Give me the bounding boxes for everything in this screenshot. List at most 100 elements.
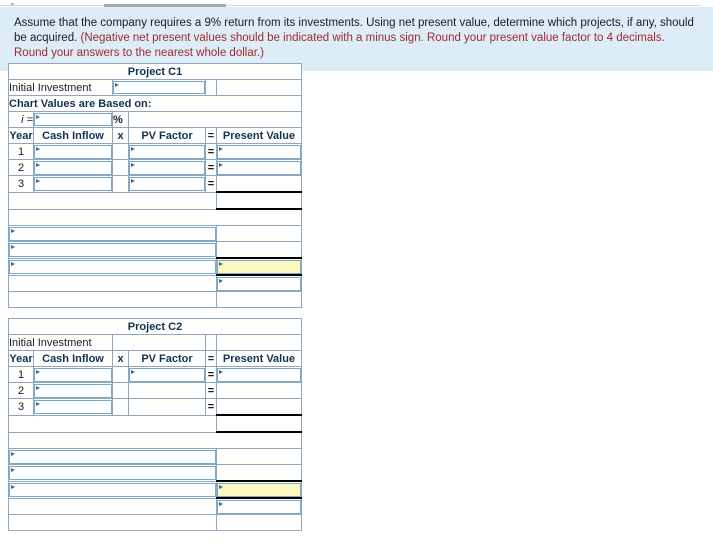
cash-inflow-input[interactable] <box>34 176 112 191</box>
present-value-cell[interactable] <box>215 366 303 383</box>
cash-inflow-cell[interactable] <box>33 398 113 416</box>
year-label-label: 2 <box>17 161 25 174</box>
column-header-equals-label: = <box>207 129 215 142</box>
instruction-note: (Negative net present values should be i… <box>14 32 665 59</box>
summary-label-cell <box>8 274 217 292</box>
initial-investment-label: Initial Investment <box>8 79 113 96</box>
worksheet-body: Project C1 Initial Investment Chart Values… <box>7 63 303 308</box>
cash-inflow-cell[interactable] <box>33 382 113 399</box>
initial-investment-cell <box>112 334 206 351</box>
summary-label-input[interactable] <box>9 242 216 257</box>
summary-row <box>8 514 303 531</box>
spacer-cell <box>205 79 217 96</box>
summary-label-input[interactable] <box>9 465 216 480</box>
cash-inflow-cell[interactable] <box>33 143 113 160</box>
present-value-cell[interactable] <box>215 159 303 176</box>
chart-values-subheader-label: Chart Values are Based on: <box>9 97 152 110</box>
initial-investment-label: Initial Investment <box>8 334 113 351</box>
interest-rate-cell[interactable] <box>33 111 113 128</box>
pv-factor-cell[interactable] <box>128 366 206 383</box>
present-value-input[interactable] <box>217 160 302 175</box>
column-header-pv-factor: PV Factor <box>128 350 206 367</box>
summary-label-cell[interactable] <box>8 464 217 482</box>
section-divider-band <box>7 208 303 226</box>
summary-amount-cell[interactable] <box>215 274 303 292</box>
multiply-cell <box>112 143 129 160</box>
year-label: 3 <box>8 398 34 416</box>
net-present-value-input[interactable] <box>217 482 302 497</box>
summary-row <box>8 274 303 292</box>
net-present-value-input[interactable] <box>217 259 302 274</box>
cash-inflow-input[interactable] <box>34 144 112 159</box>
summary-label-input[interactable] <box>9 482 216 497</box>
column-header-row: Year Cash Inflow x PV Factor = Present Value <box>8 350 303 367</box>
summary-label-cell[interactable] <box>8 241 217 259</box>
cash-inflow-cell[interactable] <box>33 159 113 176</box>
total-present-value-cell <box>215 414 303 433</box>
column-header-equals: = <box>205 350 217 367</box>
column-header-cash-inflow: Cash Inflow <box>33 127 113 144</box>
project-title-label: Project C1 <box>127 65 183 78</box>
cash-inflow-input[interactable] <box>34 399 112 414</box>
column-header-present-value-label: Present Value <box>222 352 296 365</box>
worksheet-project-c1: Project C1 Initial Investment Chart Values… <box>7 63 303 308</box>
summary-label-cell[interactable] <box>8 480 217 499</box>
pv-factor-input[interactable] <box>129 367 205 382</box>
column-header-cash-inflow-label: Cash Inflow <box>42 352 104 365</box>
summary-label-cell[interactable] <box>8 225 217 242</box>
pv-factor-input[interactable] <box>129 176 205 191</box>
total-present-value-cell <box>215 191 303 210</box>
initial-investment-label-label: Initial Investment <box>9 336 92 349</box>
chart-values-row: Chart Values are Based on: <box>7 95 303 112</box>
pv-factor-cell[interactable] <box>128 143 206 160</box>
summary-row <box>8 448 303 465</box>
project-title: Project C2 <box>7 318 303 335</box>
year-label-label: 3 <box>17 400 25 413</box>
summary-amount-input[interactable] <box>217 499 302 514</box>
interest-rate-label: i = <box>8 111 34 128</box>
cash-inflow-input[interactable] <box>34 367 112 382</box>
percent-sign-label: % <box>113 113 123 126</box>
summary-label-input[interactable] <box>9 259 216 274</box>
summary-label-input[interactable] <box>9 226 216 241</box>
pv-factor-cell[interactable] <box>128 175 206 193</box>
summary-label-cell[interactable] <box>8 257 217 276</box>
equals-cell: = <box>205 159 217 176</box>
initial-investment-cell[interactable] <box>112 79 206 96</box>
cash-inflow-cell[interactable] <box>33 175 113 193</box>
present-value-input[interactable] <box>217 367 302 382</box>
pv-factor-input[interactable] <box>129 160 205 175</box>
summary-label-cell <box>8 514 217 531</box>
present-value-input[interactable] <box>217 144 302 159</box>
summary-label-cell[interactable] <box>8 448 217 465</box>
year-label: 2 <box>8 159 34 176</box>
interest-rate-input[interactable] <box>34 113 112 126</box>
multiply-cell <box>112 382 129 399</box>
column-header-year-label: Year <box>9 129 33 142</box>
chart-values-subheader: Chart Values are Based on: <box>7 95 303 112</box>
summary-label-input[interactable] <box>9 449 216 464</box>
column-header-present-value-label: Present Value <box>222 129 296 142</box>
summary-amount-cell[interactable] <box>215 480 303 499</box>
year-label: 2 <box>8 382 34 399</box>
present-value-cell[interactable] <box>215 143 303 160</box>
equals-cell: = <box>205 143 217 160</box>
equals-cell-label: = <box>207 161 215 174</box>
cash-inflow-input[interactable] <box>34 160 112 175</box>
pv-factor-cell <box>128 398 206 416</box>
horizontal-scrollbar-strip[interactable] <box>0 0 713 7</box>
section-divider-row <box>7 208 303 226</box>
column-header-multiply-label: x <box>117 352 124 365</box>
present-value-cell <box>215 398 303 416</box>
summary-amount-input[interactable] <box>217 276 302 291</box>
summary-amount-cell[interactable] <box>215 257 303 276</box>
equals-cell: = <box>205 382 217 399</box>
cash-inflow-cell[interactable] <box>33 366 113 383</box>
pv-factor-input[interactable] <box>129 144 205 159</box>
section-divider-band <box>7 431 303 449</box>
pv-factor-cell[interactable] <box>128 159 206 176</box>
cash-inflow-input[interactable] <box>34 383 112 398</box>
summary-amount-cell[interactable] <box>215 497 303 515</box>
initial-investment-input[interactable] <box>113 81 205 94</box>
equals-cell: = <box>205 175 217 193</box>
